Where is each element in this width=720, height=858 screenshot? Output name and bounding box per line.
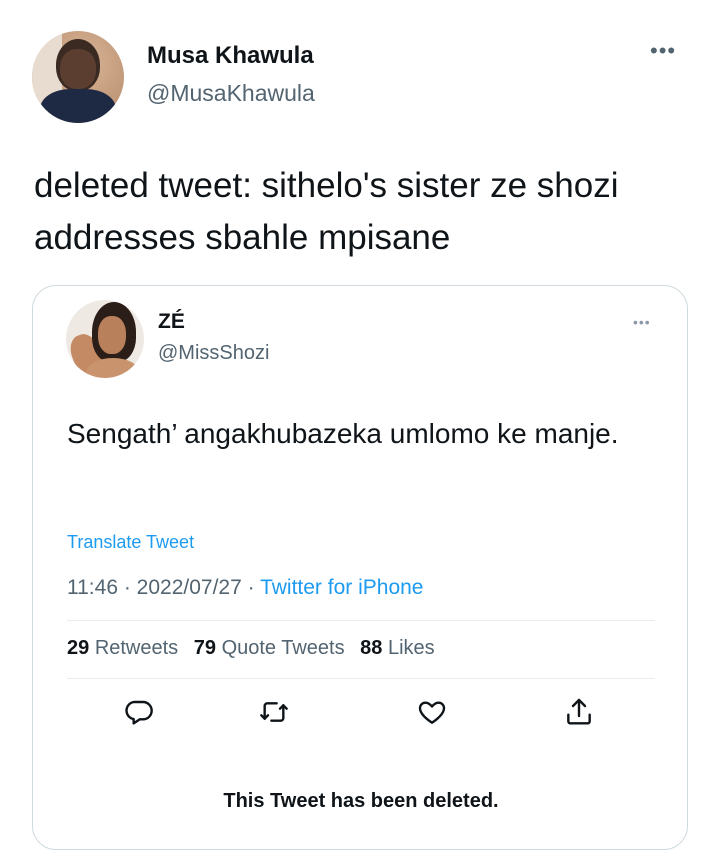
quoted-tweet-text: Sengath’ angakhubazeka umlomo ke manje. [67, 418, 619, 449]
quoted-tweet[interactable]: ZÉ @MissShozi ••• Sengath’ angakhubazeka… [32, 285, 688, 850]
quotes-stat[interactable]: 79 Quote Tweets [194, 637, 345, 659]
quoted-author-name[interactable]: ZÉ [158, 310, 185, 334]
quoted-author-handle[interactable]: @MissShozi [158, 342, 269, 365]
quoted-avatar[interactable] [66, 300, 144, 378]
quotes-count: 79 [193, 637, 216, 659]
retweets-label: Retweets [94, 637, 179, 659]
author-handle[interactable]: @MusaKhawula [147, 80, 315, 107]
tweet-source[interactable]: Twitter for iPhone [260, 576, 423, 599]
meta-separator: · [123, 576, 137, 599]
quotes-label: Quote Tweets [221, 637, 345, 659]
tweet-card: Musa Khawula @MusaKhawula ••• deleted tw… [0, 0, 720, 858]
author-name[interactable]: Musa Khawula [147, 42, 314, 70]
divider [67, 678, 655, 679]
tweet-stats: 29 Retweets 79 Quote Tweets 88 Likes [67, 637, 435, 660]
likes-label: Likes [387, 637, 435, 659]
likes-stat[interactable]: 88 Likes [360, 637, 435, 659]
tweet-timestamp: 11:46 · 2022/07/27 · Twitter for iPhone [67, 576, 423, 600]
like-icon [418, 701, 446, 724]
retweet-button[interactable] [258, 696, 290, 728]
meta-separator: · [247, 576, 261, 599]
like-button[interactable] [416, 696, 448, 728]
tweet-time[interactable]: 11:46 [67, 576, 118, 599]
share-icon [567, 698, 591, 725]
retweets-stat[interactable]: 29 Retweets [67, 637, 178, 659]
divider [67, 620, 655, 621]
retweets-count: 29 [67, 637, 90, 659]
quoted-more-options-icon[interactable]: ••• [633, 314, 651, 330]
more-options-icon[interactable]: ••• [650, 38, 676, 64]
reply-button[interactable] [123, 696, 155, 728]
tweet-date[interactable]: 2022/07/27 [137, 576, 242, 599]
tweet-text: deleted tweet: sithelo's sister ze shozi… [34, 166, 619, 257]
translate-tweet-link[interactable]: Translate Tweet [67, 532, 194, 553]
avatar[interactable] [32, 31, 124, 123]
likes-count: 88 [360, 637, 383, 659]
deleted-notice: This Tweet has been deleted. [223, 790, 499, 812]
retweet-icon [260, 702, 288, 722]
reply-icon [125, 700, 153, 725]
share-button[interactable] [563, 696, 595, 728]
